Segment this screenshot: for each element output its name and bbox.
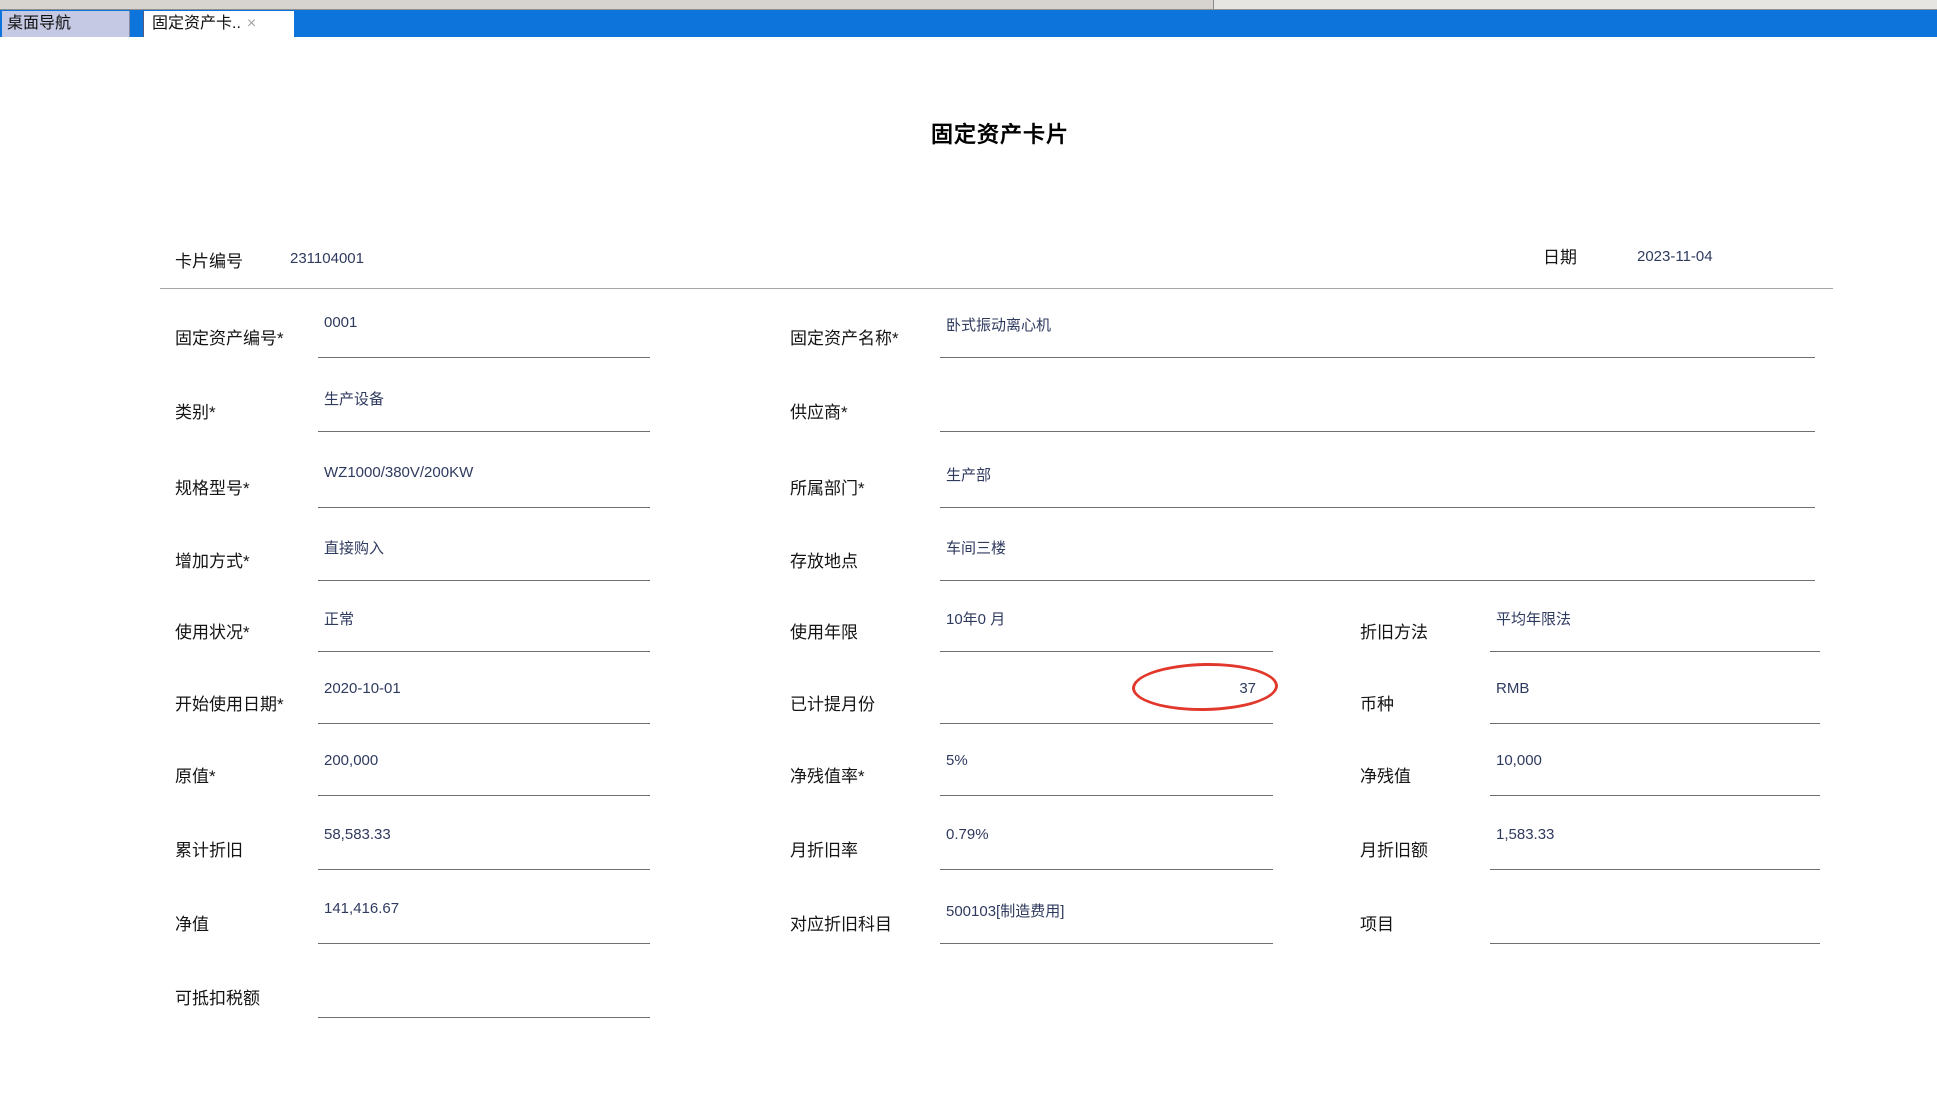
- field-currency-label: 币种: [1360, 690, 1394, 715]
- page-title: 固定资产卡片: [160, 117, 1840, 149]
- field-monthly-depr-rate-label: 月折旧率: [790, 836, 858, 861]
- field-residual-value-input[interactable]: 10,000: [1490, 750, 1820, 796]
- field-spec-model-input[interactable]: WZ1000/380V/200KW: [318, 462, 650, 508]
- field-add-method-input[interactable]: 直接购入: [318, 535, 650, 581]
- field-category-input[interactable]: 生产设备: [318, 386, 650, 432]
- tab-fixed-asset-card[interactable]: 固定资产卡.. ×: [143, 11, 294, 37]
- field-monthly-depr-amount-input[interactable]: 1,583.33: [1490, 824, 1820, 870]
- field-usage-status-label: 使用状况*: [175, 618, 250, 643]
- field-original-value-input[interactable]: 200,000: [318, 750, 650, 796]
- tab-desktop-nav-label: 桌面导航: [7, 15, 71, 32]
- tab-desktop-nav[interactable]: 桌面导航: [2, 11, 130, 37]
- field-usage-status-input[interactable]: 正常: [318, 606, 650, 652]
- titlebar-divider: [1213, 0, 1214, 9]
- field-project-input[interactable]: [1490, 898, 1820, 944]
- field-supplier-label: 供应商*: [790, 398, 848, 423]
- card-no-value: 231104001: [290, 250, 364, 267]
- field-accum-depreciation-input[interactable]: 58,583.33: [318, 824, 650, 870]
- field-asset-code-input[interactable]: 0001: [318, 312, 650, 358]
- field-storage-location-label: 存放地点: [790, 547, 858, 572]
- field-deductible-tax-input[interactable]: [318, 972, 650, 1018]
- field-category-label: 类别*: [175, 398, 216, 423]
- field-depreciation-method-input[interactable]: 平均年限法: [1490, 606, 1820, 652]
- field-depr-account-label: 对应折旧科目: [790, 910, 892, 935]
- field-start-use-date-input[interactable]: 2020-10-01: [318, 678, 650, 724]
- field-depr-account-input[interactable]: 500103[制造费用]: [940, 898, 1273, 944]
- field-residual-rate-input[interactable]: 5%: [940, 750, 1273, 796]
- date-label: 日期: [1543, 243, 1577, 268]
- field-deductible-tax-label: 可抵扣税额: [175, 984, 260, 1009]
- field-monthly-depr-rate-input[interactable]: 0.79%: [940, 824, 1273, 870]
- field-department-label: 所属部门*: [790, 474, 865, 499]
- field-asset-code-label: 固定资产编号*: [175, 324, 284, 349]
- field-start-use-date-label: 开始使用日期*: [175, 690, 284, 715]
- field-supplier-input[interactable]: [940, 386, 1815, 432]
- field-net-value-label: 净值: [175, 910, 209, 935]
- field-department-input[interactable]: 生产部: [940, 462, 1815, 508]
- field-spec-model-label: 规格型号*: [175, 474, 250, 499]
- close-icon[interactable]: ×: [247, 16, 256, 32]
- field-storage-location-input[interactable]: 车间三楼: [940, 535, 1815, 581]
- field-accrued-months-label: 已计提月份: [790, 690, 875, 715]
- field-project-label: 项目: [1360, 910, 1394, 935]
- field-useful-life-label: 使用年限: [790, 618, 858, 643]
- field-useful-life-input[interactable]: 10年0 月: [940, 606, 1273, 652]
- field-asset-name-label: 固定资产名称*: [790, 324, 899, 349]
- field-depreciation-method-label: 折旧方法: [1360, 618, 1428, 643]
- field-residual-rate-label: 净残值率*: [790, 762, 865, 787]
- field-add-method-label: 增加方式*: [175, 547, 250, 572]
- field-asset-name-input[interactable]: 卧式振动离心机: [940, 312, 1815, 358]
- tab-fixed-asset-card-label: 固定资产卡..: [152, 11, 241, 37]
- date-value: 2023-11-04: [1637, 248, 1713, 265]
- header-separator: [160, 288, 1833, 289]
- field-original-value-label: 原值*: [175, 762, 216, 787]
- field-accum-depreciation-label: 累计折旧: [175, 836, 243, 861]
- field-net-value-input[interactable]: 141,416.67: [318, 898, 650, 944]
- titlebar-strip-right: [1214, 0, 1937, 9]
- field-residual-value-label: 净残值: [1360, 762, 1411, 787]
- field-currency-input[interactable]: RMB: [1490, 678, 1820, 724]
- card-no-label: 卡片编号: [175, 247, 243, 272]
- field-monthly-depr-amount-label: 月折旧额: [1360, 836, 1428, 861]
